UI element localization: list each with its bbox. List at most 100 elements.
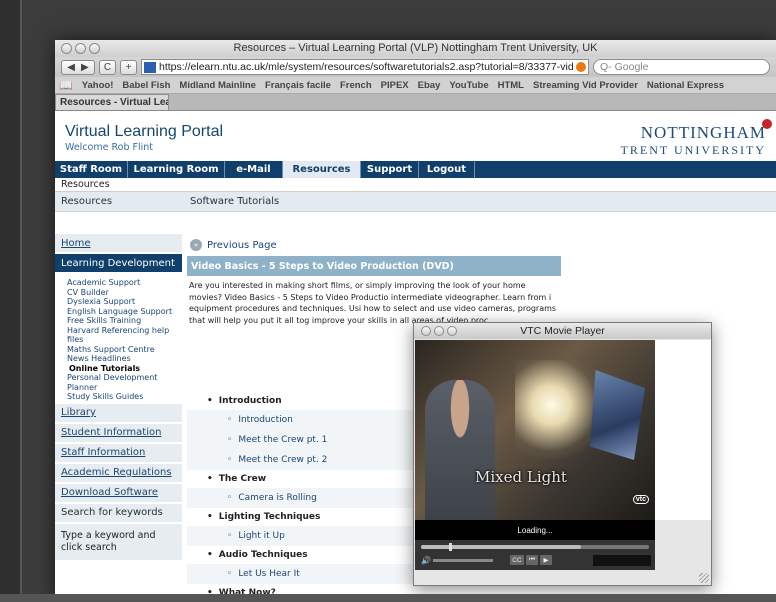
portal-title: Virtual Learning Portal xyxy=(65,123,224,140)
address-url[interactable]: https://elearn.ntu.ac.uk/mle/system/reso… xyxy=(159,61,574,73)
bookmark-item[interactable]: French xyxy=(340,80,372,91)
browser-window: Resources – Virtual Learning Portal (VLP… xyxy=(55,40,776,602)
search-icon: Q- xyxy=(600,61,612,73)
progress-track[interactable] xyxy=(421,543,649,551)
bookmark-item[interactable]: Yahoo! xyxy=(82,80,114,91)
sidebar-submenu: Academic Support CV Builder Dyslexia Sup… xyxy=(55,274,182,404)
sidebar: Home Learning Development Academic Suppo… xyxy=(55,234,182,602)
video-overlay-text: Mixed Light xyxy=(475,468,567,486)
loading-status: Loading... xyxy=(415,520,655,540)
section-right-title: Software Tutorials xyxy=(190,196,280,207)
bookmark-item[interactable]: Français facile xyxy=(265,80,331,91)
nav-resources[interactable]: Resources xyxy=(283,161,361,178)
add-bookmark-button[interactable]: + xyxy=(120,59,137,75)
previous-page-link[interactable]: « Previous Page xyxy=(187,234,561,256)
sidebar-subitem-current[interactable]: Online Tutorials xyxy=(69,364,182,374)
player-side-area xyxy=(655,340,711,520)
sidebar-item-learning-development[interactable]: Learning Development xyxy=(55,254,182,274)
bookmarks-bar: 📖 Yahoo! Babel Fish Midland Mainline Fra… xyxy=(55,77,776,94)
back-icon[interactable]: ◀ xyxy=(67,62,75,73)
volume-slider[interactable] xyxy=(433,559,493,562)
movie-player-window: VTC Movie Player Mixed Light vtc Loading… xyxy=(413,322,712,586)
sidebar-subitem[interactable]: Harvard Referencing help files xyxy=(67,326,182,345)
previous-chapter-button[interactable]: ⏮ xyxy=(526,555,538,565)
close-window-button[interactable] xyxy=(61,43,72,54)
bookmark-item[interactable]: HTML xyxy=(498,80,524,91)
nav-learning-room[interactable]: Learning Room xyxy=(128,161,225,178)
nav-logout[interactable]: Logout xyxy=(419,161,475,178)
previous-page-label[interactable]: Previous Page xyxy=(207,240,277,251)
sidebar-search-heading: Search for keywords xyxy=(55,503,182,524)
window-controls xyxy=(61,43,100,54)
bookmark-item[interactable]: YouTube xyxy=(449,80,488,91)
bookmark-item[interactable]: Streaming Vid Provider xyxy=(533,80,638,91)
resize-grip-icon[interactable] xyxy=(699,573,709,583)
player-window-controls xyxy=(421,326,457,336)
logo-line2: TRENT UNIVERSITY xyxy=(620,143,766,157)
rss-icon[interactable] xyxy=(575,62,586,72)
progress-fill xyxy=(421,545,581,549)
back-forward-buttons[interactable]: ◀ ▶ xyxy=(61,59,95,75)
sidebar-subitem[interactable]: Personal Development Planner xyxy=(67,373,182,392)
breadcrumb: Resources xyxy=(55,178,776,192)
sidebar-subitem[interactable]: Academic Support xyxy=(67,278,182,288)
sidebar-subitem[interactable]: Study Skills Guides xyxy=(67,392,182,402)
sidebar-item-library[interactable]: Library xyxy=(55,403,182,424)
video-person xyxy=(425,380,495,520)
sidebar-subitem[interactable]: Free Skills Training xyxy=(67,316,182,326)
search-field[interactable]: Q- Google xyxy=(593,59,770,75)
sidebar-item-staff-information[interactable]: Staff Information xyxy=(55,443,182,464)
bookmark-item[interactable]: Midland Mainline xyxy=(179,80,256,91)
portal-header: Virtual Learning Portal Welcome Rob Flin… xyxy=(55,111,776,161)
minimize-window-button[interactable] xyxy=(75,43,86,54)
player-zoom-button[interactable] xyxy=(447,326,457,336)
browser-tab[interactable]: Resources - Virtual Learnin... xyxy=(55,94,169,110)
desktop-background: Resources – Virtual Learning Portal (VLP… xyxy=(0,0,776,602)
progress-knob[interactable] xyxy=(449,543,452,551)
sidebar-item-download-software[interactable]: Download Software xyxy=(55,483,182,504)
browser-titlebar: Resources – Virtual Learning Portal (VLP… xyxy=(55,40,776,57)
sidebar-search-hint: Type a keyword and click search xyxy=(55,523,182,560)
play-button[interactable]: ▶ xyxy=(540,555,552,565)
site-favicon-icon xyxy=(144,61,156,73)
ntu-badge-icon xyxy=(762,119,772,129)
sidebar-subitem[interactable]: Maths Support Centre xyxy=(67,345,182,355)
sidebar-subitem[interactable]: English Language Support xyxy=(67,307,182,317)
forward-icon[interactable]: ▶ xyxy=(81,62,89,73)
previous-icon[interactable]: « xyxy=(190,239,202,251)
nav-email[interactable]: e-Mail xyxy=(225,161,283,178)
sidebar-item-academic-regulations[interactable]: Academic Regulations xyxy=(55,463,182,484)
ntu-logo[interactable]: NOTTINGHAM TRENT UNIVERSITY xyxy=(620,119,772,158)
sidebar-subitem[interactable]: Dyslexia Support xyxy=(67,297,182,307)
sidebar-item-home[interactable]: Home xyxy=(55,234,182,254)
cc-button[interactable]: CC xyxy=(510,555,524,565)
bottom-strip xyxy=(0,594,776,602)
vtc-logo: vtc xyxy=(632,495,649,504)
zoom-window-button[interactable] xyxy=(89,43,100,54)
bookmark-item[interactable]: Ebay xyxy=(418,80,441,91)
video-reflector xyxy=(590,370,645,460)
bookmark-item[interactable]: PIPEX xyxy=(381,80,409,91)
section-left-title: Resources xyxy=(61,196,113,207)
nav-staff-room[interactable]: Staff Room xyxy=(55,161,128,178)
bookmark-item[interactable]: Babel Fish xyxy=(122,80,170,91)
player-controls: 🔊 CC ⏮ ▶ xyxy=(415,540,655,570)
sidebar-item-student-information[interactable]: Student Information xyxy=(55,423,182,444)
player-close-button[interactable] xyxy=(421,326,431,336)
sidebar-subitem[interactable]: CV Builder xyxy=(67,288,182,298)
logo-line1: NOTTINGHAM xyxy=(640,123,766,142)
address-bar[interactable]: https://elearn.ntu.ac.uk/mle/system/reso… xyxy=(141,59,589,75)
bookmarks-book-icon[interactable]: 📖 xyxy=(59,79,73,92)
browser-toolbar: ◀ ▶ C + https://elearn.ntu.ac.uk/mle/sys… xyxy=(55,57,776,77)
player-title: VTC Movie Player xyxy=(520,325,605,337)
video-title-bar: Video Basics - 5 Steps to Video Producti… xyxy=(187,256,561,276)
nav-support[interactable]: Support xyxy=(361,161,419,178)
main-nav: Staff Room Learning Room e-Mail Resource… xyxy=(55,161,776,178)
player-minimize-button[interactable] xyxy=(434,326,444,336)
sidebar-subitem[interactable]: News Headlines xyxy=(67,354,182,364)
video-frame[interactable]: Mixed Light vtc xyxy=(415,340,655,520)
bookmark-item[interactable]: National Express xyxy=(647,80,724,91)
volume-icon[interactable]: 🔊 xyxy=(421,556,431,565)
reload-button[interactable]: C xyxy=(99,59,116,75)
player-titlebar: VTC Movie Player xyxy=(414,323,711,339)
